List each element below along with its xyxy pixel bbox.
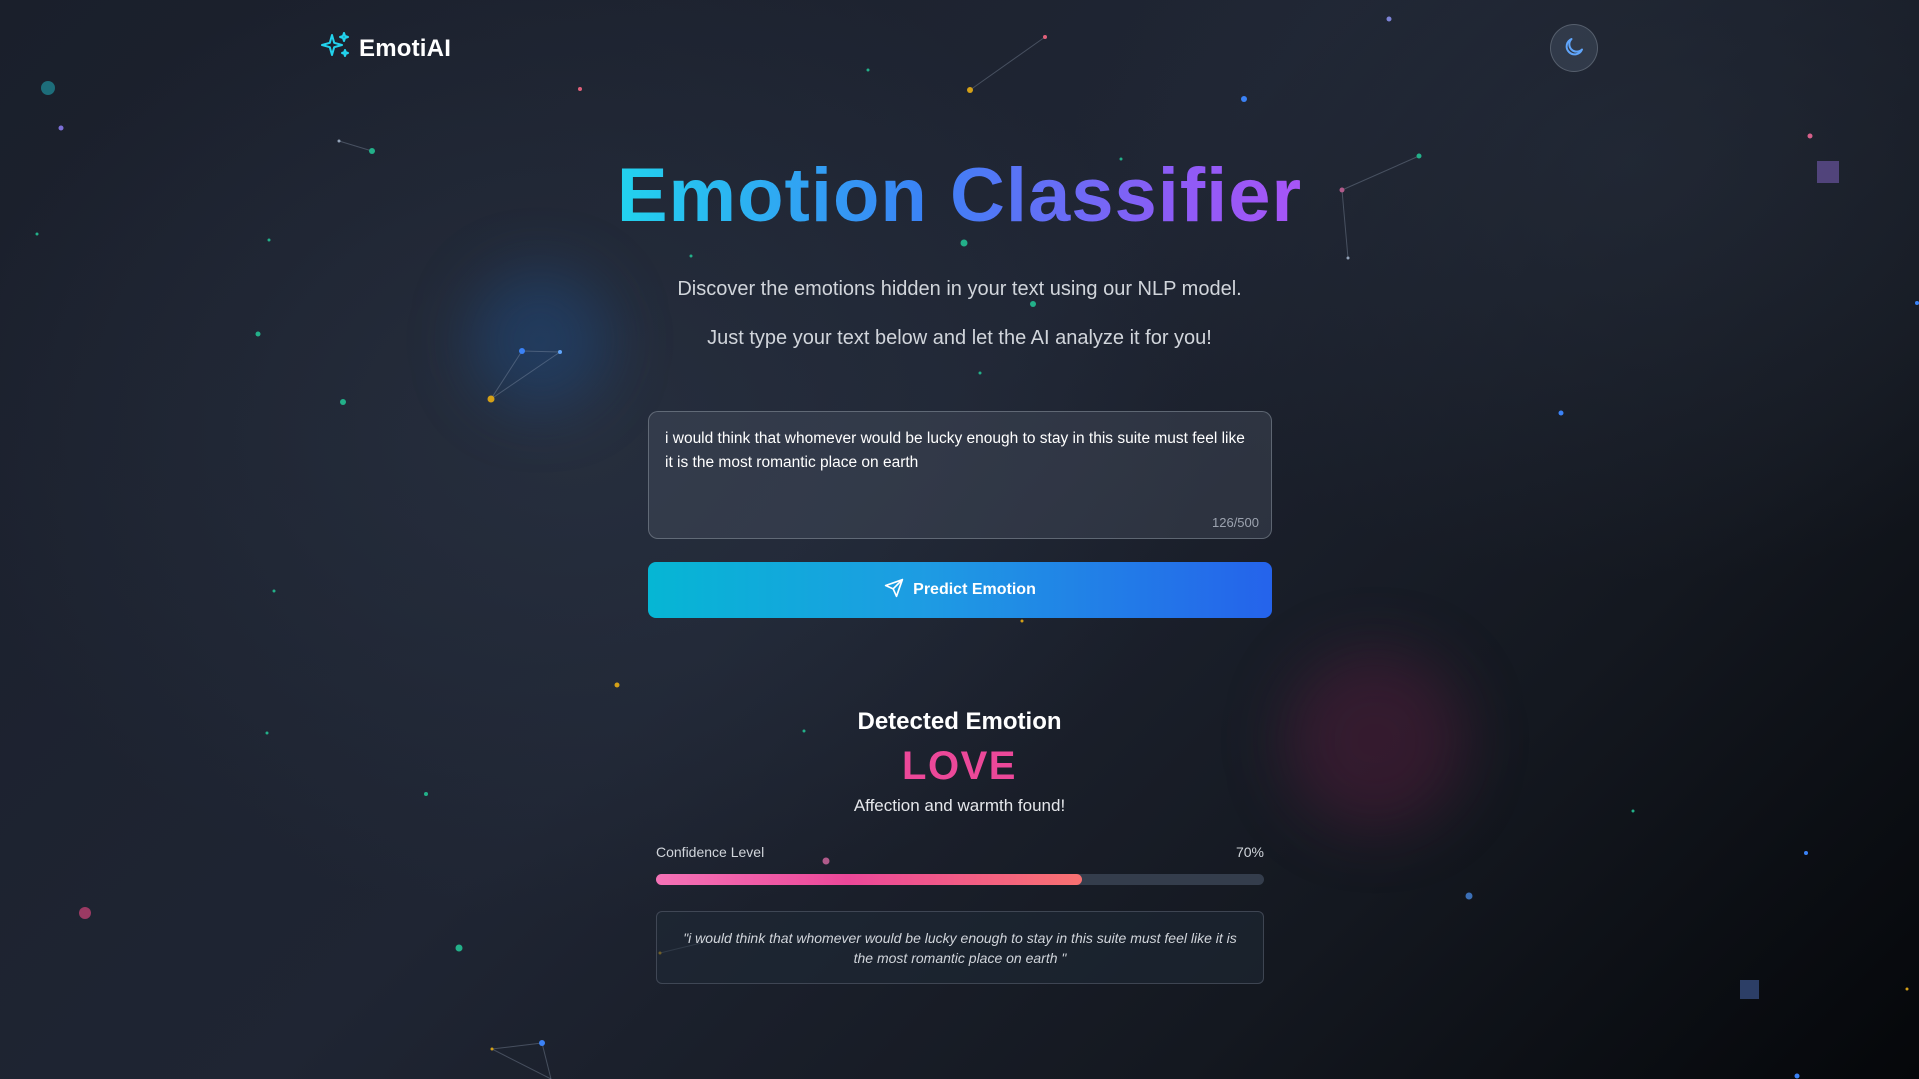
confidence-label: Confidence Level (656, 844, 765, 860)
emotion-description: Affection and warmth found! (853, 796, 1066, 815)
theme-toggle-button[interactable] (1550, 24, 1598, 72)
subtitle-line-2: Just type your text below and let the AI… (707, 327, 1212, 349)
predict-emotion-button[interactable]: Predict Emotion (648, 562, 1272, 618)
confidence-progress-fill (656, 874, 1082, 885)
text-input-card: i would think that whomever would be luc… (648, 411, 1272, 539)
page-title: Emotion Classifier (616, 153, 1303, 238)
brand-name: EmotiAI (359, 34, 452, 62)
confidence-progress-bar (656, 874, 1264, 885)
brand-logo[interactable]: EmotiAI (321, 31, 451, 66)
detected-emotion-label: LOVE (902, 744, 1017, 788)
char-counter: 126/500 (1212, 515, 1259, 530)
send-icon (884, 578, 904, 603)
subtitle-line-1: Discover the emotions hidden in your tex… (677, 278, 1242, 300)
confidence-value: 70% (1235, 844, 1264, 860)
result-heading: Detected Emotion (857, 708, 1062, 735)
moon-icon (1562, 35, 1586, 62)
sparkles-icon (321, 31, 351, 66)
predict-button-label: Predict Emotion (913, 581, 1036, 598)
analyzed-text-quote: "i would think that whomever would be lu… (656, 911, 1264, 984)
emotion-text-input[interactable]: i would think that whomever would be luc… (649, 412, 1271, 538)
